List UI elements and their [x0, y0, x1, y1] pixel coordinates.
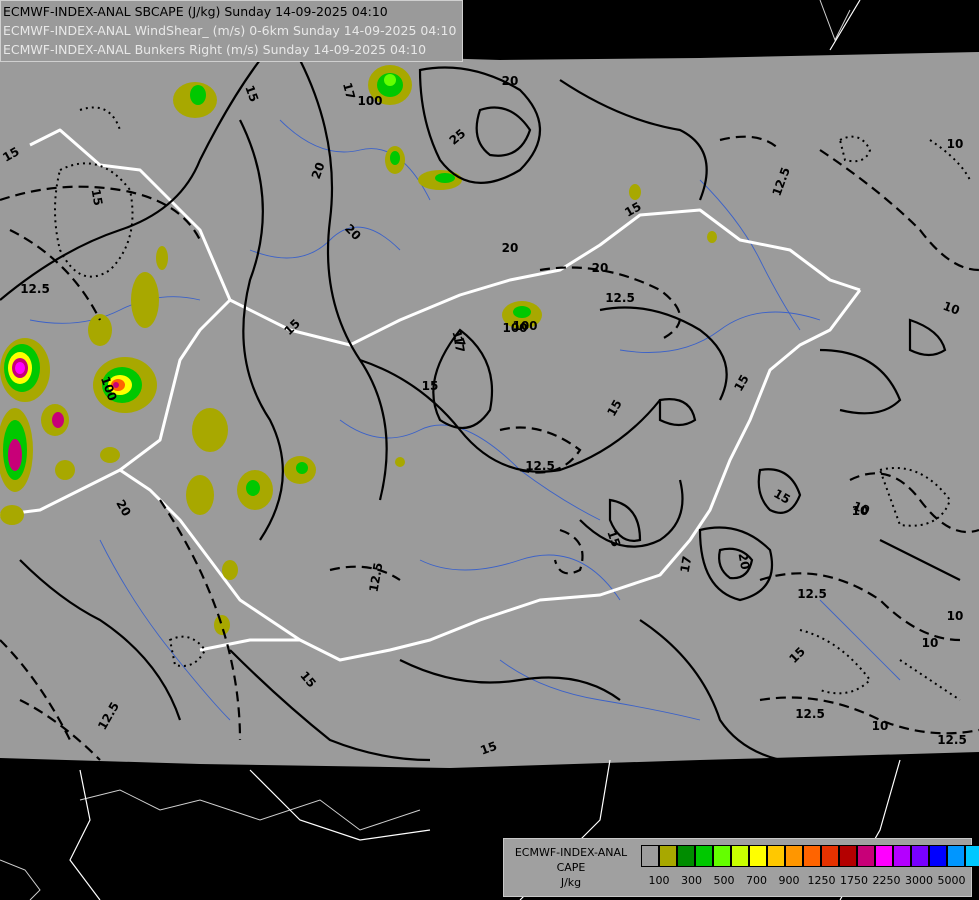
contour-label: 10: [872, 719, 889, 733]
contour-label: 17: [678, 555, 695, 574]
legend-swatch: [911, 845, 929, 867]
legend-swatches: [641, 845, 979, 867]
legend-swatch: [893, 845, 911, 867]
legend-swatch: [947, 845, 965, 867]
legend-label: 2250: [872, 874, 901, 887]
contour-label: 12.5: [797, 587, 827, 601]
contour-label: 20: [592, 261, 609, 275]
contour-label: 12.5: [20, 282, 50, 296]
contour-label: 100: [502, 321, 527, 335]
header-line-bunkers: ECMWF-INDEX-ANAL Bunkers Right (m/s) Sun…: [3, 42, 427, 57]
legend-label: 100: [648, 874, 670, 887]
contour-label: 20: [502, 74, 519, 88]
weather-map: 15 172025201720151512.512.52017151512.515…: [0, 0, 979, 900]
legend-label: 900: [778, 874, 800, 887]
legend-swatch: [731, 845, 749, 867]
contour-label: 15: [89, 188, 106, 207]
contour-label: 12.5: [525, 459, 555, 473]
legend-swatch: [749, 845, 767, 867]
header-line-windshear: ECMWF-INDEX-ANAL WindShear_ (m/s) 0-6km …: [3, 23, 457, 38]
legend-swatch: [803, 845, 821, 867]
contour-label: 12.5: [795, 707, 825, 721]
legend-label: 300: [681, 874, 702, 887]
legend-label: 500: [713, 874, 735, 887]
legend-label: 1250: [807, 874, 836, 887]
legend-swatch: [875, 845, 893, 867]
legend-title-source: ECMWF-INDEX-ANAL: [514, 846, 628, 859]
legend-swatch: [929, 845, 947, 867]
contour-label: 10: [852, 504, 869, 518]
legend-label: 1750: [840, 874, 868, 887]
contour-label: 10: [922, 636, 939, 650]
contour-label: 12.5: [605, 291, 635, 305]
legend-title-variable: CAPE: [556, 861, 586, 874]
legend-label: 3000: [905, 874, 933, 887]
legend-title: ECMWF-INDEX-ANAL CAPE J/kg: [506, 845, 636, 890]
cape-legend: ECMWF-INDEX-ANAL CAPE J/kg 100 300 500 700 9…: [503, 838, 979, 897]
contour-label: 100: [357, 94, 382, 108]
contour-label: 20: [736, 552, 753, 571]
contour-label: 10: [947, 137, 964, 151]
legend-swatch: [641, 845, 659, 867]
legend-swatch: [695, 845, 713, 867]
legend-label: 700: [746, 874, 767, 887]
legend-swatch: [821, 845, 839, 867]
contour-label: 10: [947, 609, 964, 623]
legend-label: 5000: [937, 874, 966, 887]
contour-label: 20: [502, 241, 519, 255]
legend-swatch: [857, 845, 875, 867]
legend-swatch: [767, 845, 785, 867]
legend-labels: 100 300 500 700 900 1250 1750 2250 3000 5000: [641, 874, 971, 888]
contour-label: 15: [422, 379, 439, 393]
legend-swatch: [677, 845, 695, 867]
legend-swatch: [839, 845, 857, 867]
header-line-sbcape: ECMWF-INDEX-ANAL SBCAPE (J/kg) Sunday 14…: [3, 4, 388, 19]
legend-unit: J/kg: [560, 876, 582, 889]
map-header: ECMWF-INDEX-ANAL SBCAPE (J/kg) Sunday 14…: [0, 0, 464, 62]
legend-swatch: [785, 845, 803, 867]
legend-swatch: [659, 845, 677, 867]
legend-swatch: [713, 845, 731, 867]
contour-label: 12.5: [937, 733, 967, 747]
legend-swatch: [965, 845, 979, 867]
